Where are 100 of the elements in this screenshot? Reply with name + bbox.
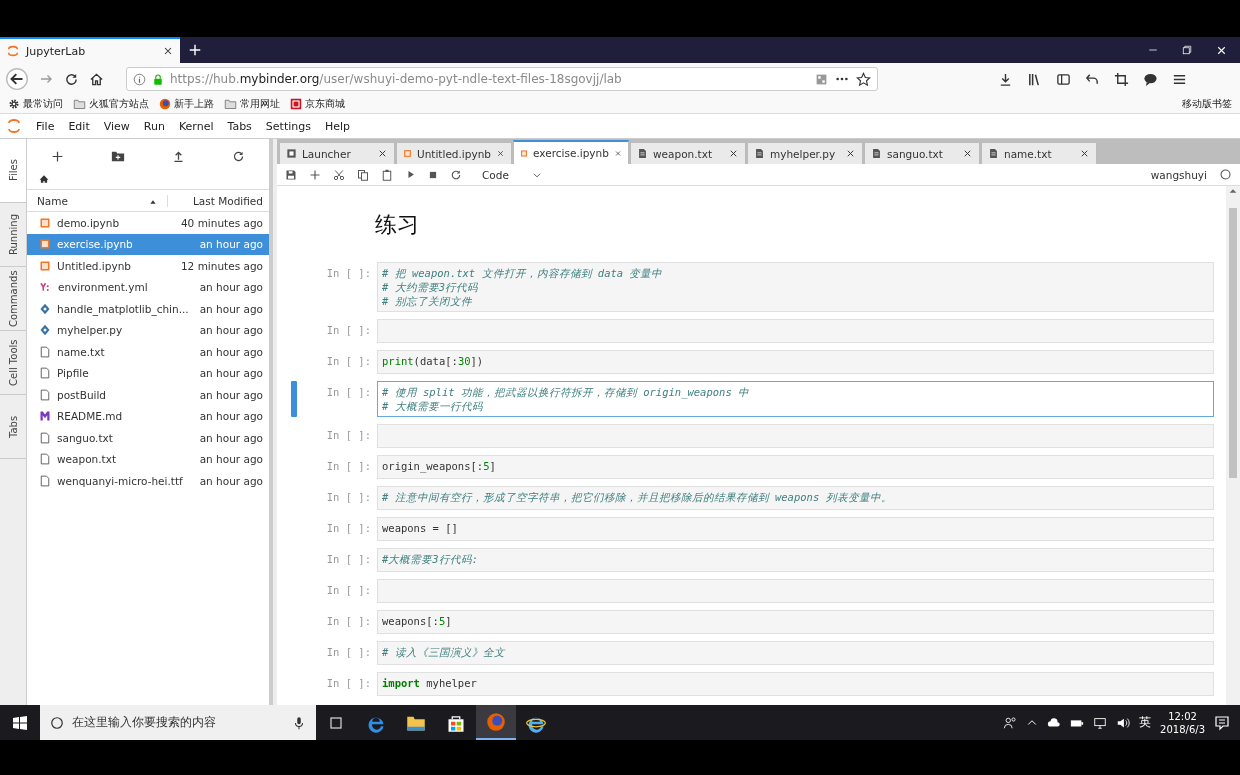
star-icon[interactable] xyxy=(856,71,871,87)
cell-type-dropdown[interactable]: Code xyxy=(482,168,542,181)
notification-icon[interactable] xyxy=(1214,714,1230,731)
document-tab[interactable]: exercise.ipynb xyxy=(513,140,629,164)
input-method-indicator[interactable]: 英 xyxy=(1139,714,1152,731)
home-icon[interactable] xyxy=(39,174,49,184)
document-tab[interactable]: myhelper.py xyxy=(747,142,863,164)
search-field[interactable]: 在这里输入你要搜索的内容 xyxy=(40,705,316,740)
column-header[interactable]: Last Modified xyxy=(193,194,263,207)
people-icon[interactable] xyxy=(1003,715,1018,730)
menu-item[interactable]: Edit xyxy=(68,119,90,133)
clock-time[interactable]: 12:02 xyxy=(1168,709,1197,723)
menu-item[interactable]: File xyxy=(36,119,55,133)
sidebar-icon[interactable] xyxy=(1056,71,1071,87)
file-row[interactable]: weapon.txt an hour ago xyxy=(27,448,269,470)
paste-icon[interactable] xyxy=(381,168,393,181)
code-cell[interactable]: # 注意中间有空行，形成了空字符串，把它们移除，并且把移除后的结果存储到 weapons 列表变量中。 xyxy=(377,486,1214,510)
column-header[interactable]: Name xyxy=(37,194,68,207)
code-cell[interactable]: #大概需要3行代码: xyxy=(377,548,1214,572)
task-view-icon[interactable] xyxy=(328,714,344,731)
browser-tab[interactable]: JupyterLab xyxy=(0,37,180,63)
code-cell[interactable]: weapons = [] xyxy=(377,517,1214,541)
file-row[interactable]: demo.ipynb 40 minutes ago xyxy=(27,212,269,234)
chat-icon[interactable] xyxy=(1143,71,1158,87)
file-row[interactable]: wenquanyi-micro-hei.ttf an hour ago xyxy=(27,470,269,492)
file-row[interactable]: myhelper.py an hour ago xyxy=(27,319,269,341)
code-cell[interactable]: # 读入《三国演义》全文 xyxy=(377,641,1214,665)
bookmark-link[interactable]: 新手上路 xyxy=(174,97,214,111)
gear-icon[interactable] xyxy=(8,98,20,110)
code-cell[interactable] xyxy=(377,579,1214,603)
bookmark-link[interactable]: 最常访问 xyxy=(23,97,63,111)
code-cell[interactable] xyxy=(377,424,1214,448)
home-icon[interactable] xyxy=(89,71,104,87)
shop-icon[interactable] xyxy=(290,98,302,110)
bookmark-link[interactable]: 京东商城 xyxy=(305,97,345,111)
upload-icon[interactable] xyxy=(172,149,186,163)
file-row[interactable]: Pipfile an hour ago xyxy=(27,362,269,384)
code-cell[interactable]: import myhelper xyxy=(377,672,1214,696)
download-icon[interactable] xyxy=(998,71,1013,87)
document-tab[interactable]: name.txt xyxy=(981,142,1097,164)
menu-item[interactable]: Help xyxy=(325,119,351,133)
file-row[interactable]: postBuild an hour ago xyxy=(27,384,269,406)
crop-icon[interactable] xyxy=(1114,71,1129,87)
plus-icon[interactable] xyxy=(50,149,64,163)
back-icon[interactable] xyxy=(6,68,28,90)
close-icon[interactable] xyxy=(162,45,174,57)
monitor-icon[interactable] xyxy=(1093,715,1108,730)
code-cell[interactable]: # 使用 split 功能，把武器以换行符拆开，存储到 origin_weapons 中 # 大概需要一行代码 xyxy=(377,381,1214,417)
side-tab[interactable]: Files xyxy=(0,139,26,203)
stop-icon[interactable] xyxy=(428,169,438,180)
file-row[interactable]: handle_matplotlib_chin... an hour ago xyxy=(27,298,269,320)
bookmark-link[interactable]: 火狐官方站点 xyxy=(89,97,149,111)
close-icon[interactable] xyxy=(845,148,856,159)
document-tab[interactable]: sanguo.txt xyxy=(864,142,980,164)
scissors-icon[interactable] xyxy=(333,168,345,181)
plus-icon[interactable] xyxy=(309,168,321,181)
code-cell[interactable] xyxy=(377,319,1214,343)
file-row[interactable]: Untitled.ipynb 12 minutes ago xyxy=(27,255,269,277)
cloud-icon[interactable] xyxy=(1047,715,1062,730)
menu-item[interactable]: Tabs xyxy=(227,119,252,133)
menu-item[interactable]: Settings xyxy=(265,119,311,133)
refresh-icon[interactable] xyxy=(232,149,246,163)
file-row[interactable]: environment.yml an hour ago xyxy=(27,276,269,298)
copy-icon[interactable] xyxy=(357,168,369,181)
close-icon[interactable] xyxy=(377,148,388,159)
close-icon[interactable] xyxy=(962,148,973,159)
run-icon[interactable] xyxy=(405,169,416,180)
code-cell[interactable]: # 把 weapon.txt 文件打开，内容存储到 data 变量中 # 大约需要3行代码 # 别忘了关闭文件 xyxy=(377,262,1214,312)
document-tab[interactable]: weapon.txt xyxy=(630,142,746,164)
side-tab[interactable]: Commands xyxy=(0,267,26,331)
save-icon[interactable] xyxy=(285,168,297,181)
menu-item[interactable]: View xyxy=(103,119,130,133)
file-row[interactable]: sanguo.txt an hour ago xyxy=(27,427,269,449)
new-folder-icon[interactable] xyxy=(110,149,125,163)
file-row[interactable]: README.md an hour ago xyxy=(27,405,269,427)
restart-icon[interactable] xyxy=(450,168,462,181)
close-icon[interactable] xyxy=(1079,148,1090,159)
scrollbar-thumb[interactable] xyxy=(1229,208,1237,478)
qr-code-icon[interactable] xyxy=(815,72,828,86)
globe-icon[interactable] xyxy=(159,98,171,110)
windows-start-icon[interactable] xyxy=(12,714,28,731)
address-bar[interactable]: https://hub.mybinder.org/user/wshuyi-demo-pyt-ndle-text-files-18sgovjj/lab xyxy=(126,67,878,91)
globe-icon[interactable] xyxy=(486,711,506,732)
library-icon[interactable] xyxy=(1027,71,1042,87)
reload-icon[interactable] xyxy=(64,71,79,87)
menu-item[interactable]: Run xyxy=(143,119,165,133)
code-cell[interactable]: weapons[:5] xyxy=(377,610,1214,634)
document-tab[interactable]: Launcher xyxy=(279,142,395,164)
menu-item[interactable]: Kernel xyxy=(178,119,214,133)
code-cell[interactable]: print(data[:30]) xyxy=(377,350,1214,374)
bookmark-link[interactable]: 常用网址 xyxy=(240,97,280,111)
new-tab-icon[interactable] xyxy=(188,43,202,57)
file-row[interactable]: name.txt an hour ago xyxy=(27,341,269,363)
restore-icon[interactable] xyxy=(1181,44,1193,56)
close-icon[interactable] xyxy=(728,148,739,159)
bookmark-link[interactable]: 移动版书签 xyxy=(1182,97,1232,111)
document-tab[interactable]: Untitled.ipynb xyxy=(396,142,512,164)
clock-date[interactable]: 2018/6/3 xyxy=(1160,722,1205,736)
code-cell[interactable]: origin_weapons[:5] xyxy=(377,455,1214,479)
volume-icon[interactable] xyxy=(1116,715,1131,730)
